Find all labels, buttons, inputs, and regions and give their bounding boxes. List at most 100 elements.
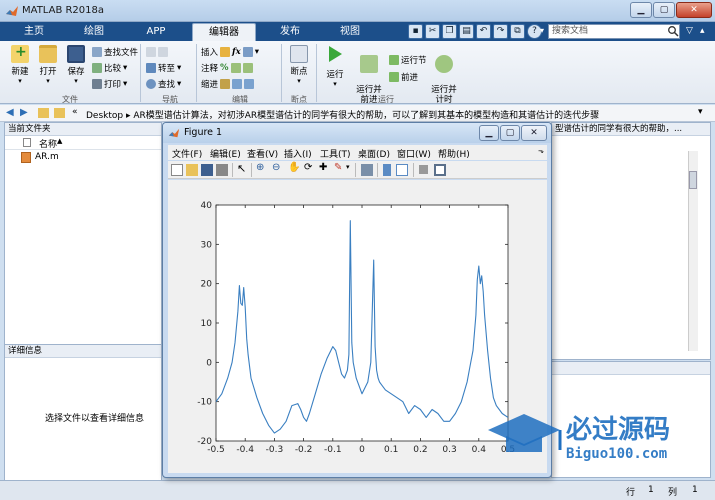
paste-icon[interactable]: ▤ [459,24,474,39]
compare-label: 比较 [104,63,122,74]
brush-dropdown-icon[interactable]: ▾ [346,163,350,171]
cut-icon[interactable]: ✂ [425,24,440,39]
menu-desktop[interactable]: 桌面(D) [358,147,390,160]
menu-view[interactable]: 查看(V) [247,147,278,160]
menu-insert[interactable]: 插入(I) [284,147,312,160]
print-button[interactable]: 打印 ▾ [92,77,127,90]
redo-icon[interactable]: ↷ [493,24,508,39]
menu-tools[interactable]: 工具(T) [320,147,351,160]
figure-menu-bar: 文件(F) 编辑(E) 查看(V) 插入(I) 工具(T) 桌面(D) 窗口(W… [168,145,547,160]
toolbar-separator [355,163,356,177]
run-section-label: 运行节 [401,55,427,66]
new-label: 新建 [11,67,29,77]
increase-indent-icon [232,78,243,89]
menu-help[interactable]: 帮助(H) [438,147,470,160]
ribbon-separator [196,44,197,102]
new-button[interactable]: + 新建 ▾ [6,44,34,85]
goto-button[interactable]: 转至 ▾ [146,61,181,74]
comment-button[interactable]: 注释% [201,61,253,74]
search-input[interactable]: 搜索文档 [548,24,680,39]
open-button[interactable]: 打开 ▾ [34,45,62,85]
save-button[interactable]: 保存 ▾ [62,45,90,85]
file-list-header[interactable]: 名称 ▲ [5,136,161,150]
pan-hand-icon[interactable]: ✋ [288,162,300,173]
help-dropdown-icon[interactable]: ▾ [540,26,544,35]
figure-minimize-button[interactable]: ▁ [479,125,499,141]
nav-back-button[interactable] [146,45,168,58]
current-path[interactable]: Desktop ▸ AR模型谱估计算法，对初涉AR模型谱估计的同学有很大的帮助，… [86,108,599,121]
command-window-panel: 型谱估计的同学有很大的帮助，... [551,122,711,360]
file-row[interactable]: AR.m [5,150,161,164]
breakpoints-button[interactable]: 断点 ▾ [285,45,313,85]
x-tick-label: 0.2 [413,445,427,455]
hide-plot-tools-icon[interactable] [419,165,428,174]
details-panel: 详细信息 选择文件以查看详细信息 [4,344,162,492]
path-overflow-icon[interactable]: « [72,107,78,117]
new-figure-icon[interactable] [171,164,183,176]
workspace-header [552,362,710,375]
zoom-out-icon[interactable]: ⊖ [272,162,280,173]
find-files-button[interactable]: 查找文件 [92,45,138,58]
tab-view[interactable]: 视图 [322,23,378,41]
print-figure-icon[interactable] [216,164,228,176]
insert-button[interactable]: 插入 fx ▾ [201,45,259,58]
indent-button[interactable]: 缩进 [201,77,255,90]
path-dropdown-icon[interactable]: ▾ [698,107,703,117]
menu-dock-icon[interactable]: ⬎ [538,147,544,155]
compare-button[interactable]: 比较 ▾ [92,61,127,74]
data-cursor-icon[interactable]: ✚ [319,162,327,173]
run-button[interactable]: 运行 ▾ [321,45,349,88]
tab-plots[interactable]: 绘图 [66,23,122,41]
undo-icon[interactable]: ↶ [476,24,491,39]
tab-publish[interactable]: 发布 [262,23,318,41]
rotate-3d-icon[interactable]: ⟳ [304,162,312,173]
tab-editor[interactable]: 编辑器 [192,23,256,41]
matlab-logo-icon [168,128,180,138]
copy-icon[interactable]: ❐ [442,24,457,39]
save-figure-icon[interactable] [201,164,213,176]
details-message: 选择文件以查看详细信息 [45,414,145,424]
tab-apps[interactable]: APP [126,23,186,41]
colorbar-icon[interactable] [383,164,391,176]
up-folder-icon[interactable] [38,108,49,118]
save-icon[interactable]: ▪ [408,24,423,39]
svg-text:必过源码: 必过源码 [566,415,670,445]
pointer-icon[interactable]: ↖ [237,162,246,175]
forward-arrow-icon[interactable]: ▶ [20,107,28,118]
switch-windows-icon[interactable]: ⧉ [510,24,525,39]
zoom-in-icon[interactable]: ⊕ [256,162,264,173]
show-plot-tools-icon[interactable] [434,164,446,176]
name-column-header[interactable]: 名称 [39,137,57,150]
percent-icon: % [220,62,229,73]
run-icon [329,46,342,62]
back-arrow-icon[interactable]: ◀ [6,107,14,118]
menu-file[interactable]: 文件(F) [172,147,202,160]
figure-close-button[interactable]: ✕ [521,125,547,141]
open-file-icon[interactable] [186,164,198,176]
advance-button[interactable]: 前进 [389,70,418,83]
uncomment-icon [242,62,253,73]
figure-title-bar[interactable]: Figure 1 ▁ ▢ ✕ [163,123,551,143]
menu-window[interactable]: 窗口(W) [397,147,431,160]
run-section-button[interactable]: 运行节 [389,53,427,66]
menu-edit[interactable]: 编辑(E) [210,147,241,160]
brush-icon[interactable]: ✎ [334,162,342,173]
ribbon-separator [316,44,317,102]
scrollbar-thumb[interactable] [689,171,697,189]
link-plot-icon[interactable] [361,164,373,176]
legend-icon[interactable] [396,164,408,176]
tab-home[interactable]: 主页 [6,23,62,41]
close-button[interactable]: ✕ [676,2,712,18]
row-label: 行 [626,488,636,498]
filter-icon[interactable]: ▽ [686,26,693,36]
search-icon[interactable] [667,25,679,37]
fx-icon[interactable]: fx [232,47,241,57]
sort-arrow-icon: ▲ [57,137,63,145]
browse-folder-icon[interactable] [54,108,65,118]
figure-maximize-button[interactable]: ▢ [500,125,520,141]
minimize-button[interactable]: ▁ [630,2,652,18]
maximize-button[interactable]: ▢ [653,2,675,18]
find-button[interactable]: 查找 ▾ [146,77,181,90]
file-name[interactable]: AR.m [35,152,59,162]
collapse-ribbon-icon[interactable]: ▴ [700,26,705,36]
